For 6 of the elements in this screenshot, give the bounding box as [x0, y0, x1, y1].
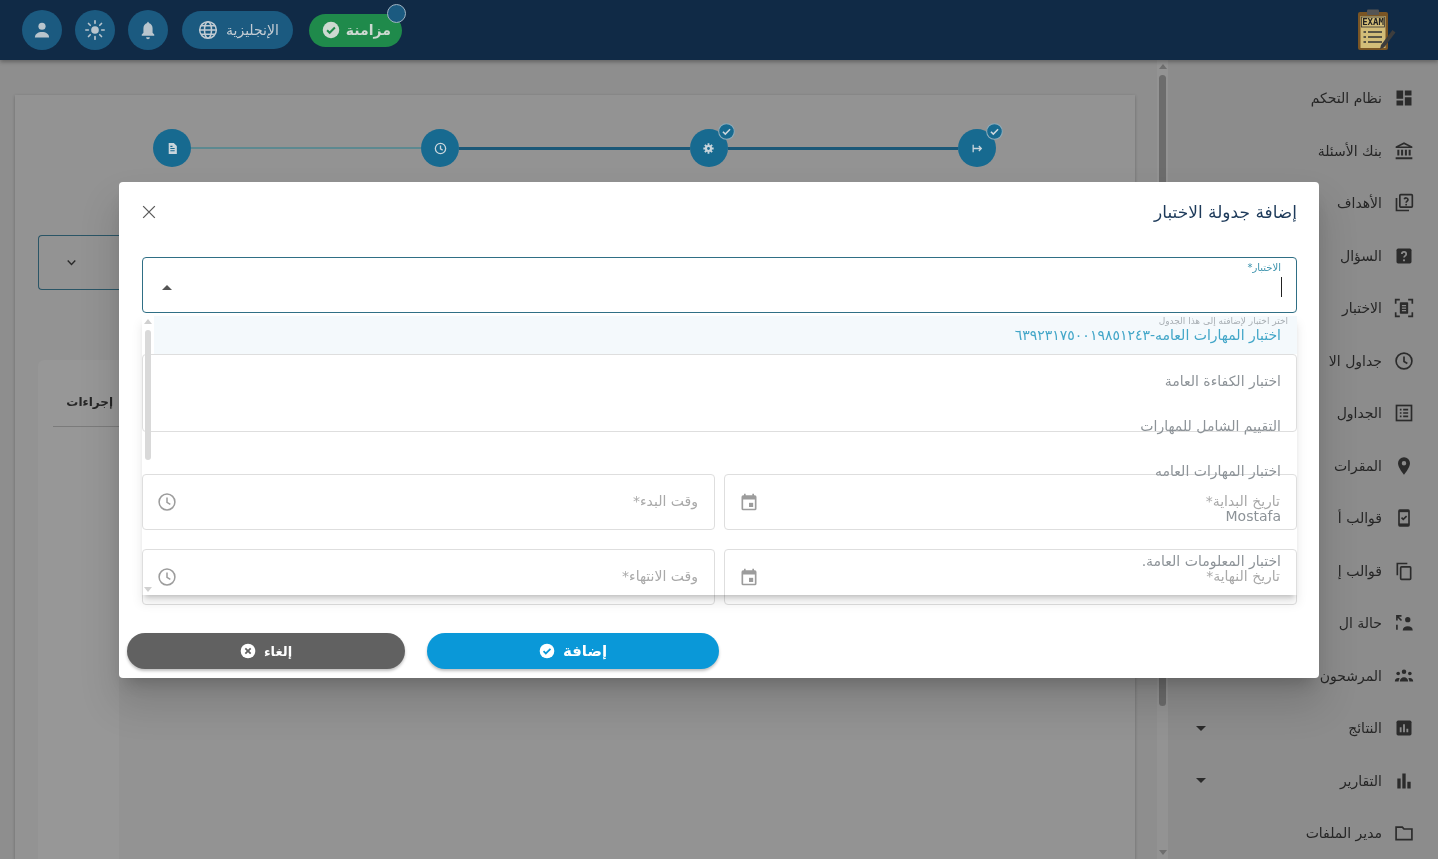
field-label: وقت البدء*: [633, 494, 698, 508]
field-label: تاريخ النهاية*: [1206, 569, 1280, 583]
field-label: وقت الانتهاء*: [622, 569, 698, 583]
logo-text: EXAM: [1362, 17, 1384, 28]
dialog-title: إضافة جدولة الاختبار: [1154, 202, 1297, 222]
dropdown-hint: اختر اختبار لإضافته إلى هذا الجدول: [154, 316, 1297, 326]
